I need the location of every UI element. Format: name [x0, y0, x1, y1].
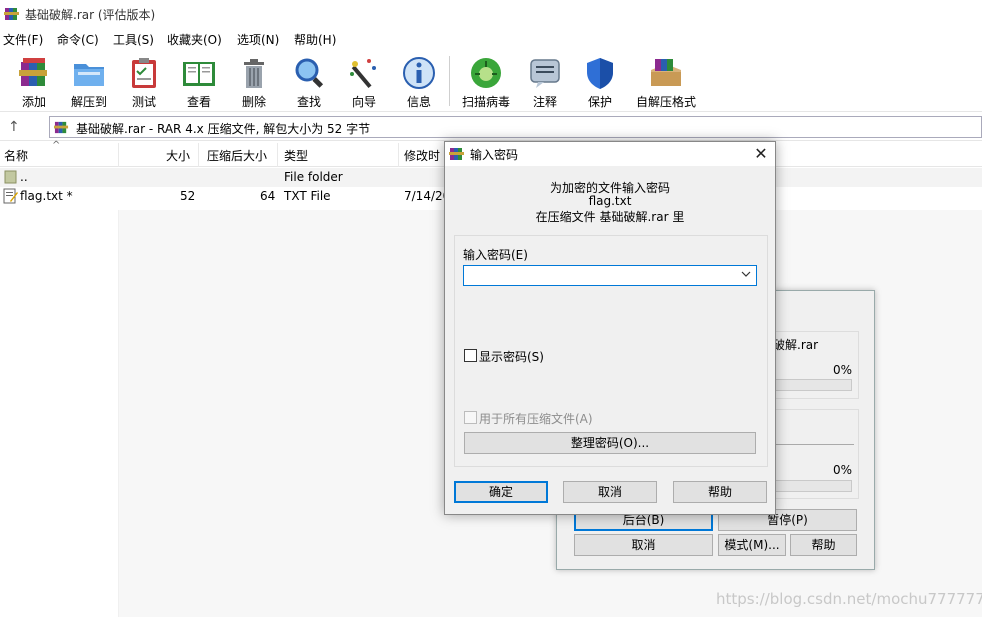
menu-commands[interactable]: 命令(C)	[57, 31, 99, 48]
chevron-down-icon[interactable]	[741, 269, 751, 279]
progress-cancel-button[interactable]: 取消	[574, 534, 713, 556]
wizard-wand-icon	[350, 59, 376, 89]
extract-folder-icon	[74, 64, 104, 86]
file-type: TXT File	[284, 189, 331, 203]
address-bar[interactable]: 基础破解.rar - RAR 4.x 压缩文件, 解包大小为 52 字节	[49, 116, 982, 138]
progress-divider	[774, 444, 854, 445]
use-for-all-checkbox[interactable]	[464, 411, 477, 424]
file-name: flag.txt *	[20, 189, 73, 203]
view-book-icon	[183, 62, 215, 86]
trash-icon	[244, 59, 264, 88]
password-dialog-titlebar: 输入密码 ✕	[445, 142, 775, 166]
toolbar: 添加 解压到 测试 查看 删除 查找 向导 信息 扫描病毒 注释 保护 自解压格…	[0, 50, 982, 112]
toolbar-info-label: 信息	[406, 95, 431, 109]
menu-options[interactable]: 选项(N)	[237, 31, 279, 48]
rar-file-icon	[54, 121, 69, 134]
toolbar-protect-label: 保护	[587, 95, 612, 109]
column-size[interactable]: 大小	[166, 147, 190, 164]
toolbar-protect-button[interactable]: 保护	[572, 54, 628, 110]
file-name: ..	[20, 170, 28, 184]
progress-bar-total	[774, 480, 852, 492]
address-row: ↑ 基础破解.rar - RAR 4.x 压缩文件, 解包大小为 52 字节	[0, 113, 982, 141]
help-button[interactable]: 帮助	[673, 481, 767, 503]
info-icon	[403, 57, 435, 89]
cancel-button[interactable]: 取消	[563, 481, 657, 503]
ok-button[interactable]: 确定	[454, 481, 548, 503]
file-type: File folder	[284, 170, 343, 184]
column-separator[interactable]	[398, 143, 399, 167]
password-input[interactable]	[463, 265, 757, 286]
menu-bar: 文件(F) 命令(C) 工具(S) 收藏夹(O) 选项(N) 帮助(H)	[0, 28, 982, 50]
column-separator[interactable]	[118, 143, 119, 167]
column-separator[interactable]	[277, 143, 278, 167]
close-icon[interactable]: ✕	[751, 144, 771, 164]
watermark-text: https://blog.csdn.net/mochu7777777	[716, 590, 982, 608]
toolbar-info-button[interactable]: 信息	[391, 54, 447, 110]
address-text: 基础破解.rar - RAR 4.x 压缩文件, 解包大小为 52 字节	[76, 122, 371, 136]
sfx-box-icon	[651, 59, 681, 86]
menu-help[interactable]: 帮助(H)	[294, 31, 336, 48]
toolbar-virus-scan-button[interactable]: 扫描病毒	[458, 54, 514, 110]
password-input-label: 输入密码(E)	[463, 248, 528, 262]
show-password-label[interactable]: 显示密码(S)	[479, 348, 544, 365]
magnifier-icon	[295, 58, 324, 88]
password-prompt-filename: flag.txt	[588, 194, 632, 208]
toolbar-sfx-button[interactable]: 自解压格式	[636, 54, 696, 110]
comment-icon	[530, 59, 560, 88]
password-dialog-title: 输入密码	[470, 148, 519, 162]
progress-help-button[interactable]: 帮助	[790, 534, 857, 556]
list-blank-left	[0, 210, 118, 617]
column-modified[interactable]: 修改时	[404, 147, 440, 164]
title-bar: 基础破解.rar (评估版本)	[0, 0, 982, 28]
test-clipboard-icon	[132, 58, 156, 88]
menu-tools[interactable]: 工具(S)	[113, 31, 154, 48]
mode-button[interactable]: 模式(M)...	[718, 534, 786, 556]
progress-percent-total: 0%	[833, 463, 853, 477]
text-file-icon	[3, 188, 18, 204]
menu-file[interactable]: 文件(F)	[3, 31, 43, 48]
file-packed-size: 64	[260, 189, 276, 203]
up-arrow-icon[interactable]: ↑	[8, 119, 26, 135]
winrar-dialog-icon	[449, 148, 464, 160]
column-packed[interactable]: 压缩后大小	[207, 147, 267, 164]
file-size: 52	[180, 189, 196, 203]
use-for-all-label[interactable]: 用于所有压缩文件(A)	[479, 410, 593, 427]
progress-percent-file: 0%	[833, 363, 853, 377]
column-separator[interactable]	[198, 143, 199, 167]
progress-file-text: 破解.rar	[773, 338, 819, 352]
column-name[interactable]: 名称	[4, 147, 28, 164]
virus-scan-icon	[471, 58, 501, 88]
password-dialog: 输入密码 ✕ 为加密的文件输入密码 flag.txt 在压缩文件 基础破解.ra…	[444, 141, 776, 515]
column-guide	[118, 210, 119, 617]
winrar-app-icon	[4, 8, 19, 20]
window-title: 基础破解.rar (评估版本)	[25, 8, 156, 22]
folder-icon	[4, 170, 17, 184]
organize-passwords-button[interactable]: 整理密码(O)...	[464, 432, 756, 454]
menu-favorites[interactable]: 收藏夹(O)	[167, 31, 222, 48]
add-archive-icon	[19, 58, 47, 86]
show-password-checkbox[interactable]	[464, 349, 477, 362]
shield-icon	[587, 58, 613, 89]
column-type[interactable]: 类型	[284, 147, 308, 164]
sort-caret-icon: ^	[52, 140, 61, 151]
progress-bar-file	[774, 379, 852, 391]
toolbar-sfx-label: 自解压格式	[635, 95, 696, 109]
password-prompt-archive: 在压缩文件 基础破解.rar 里	[535, 210, 685, 224]
